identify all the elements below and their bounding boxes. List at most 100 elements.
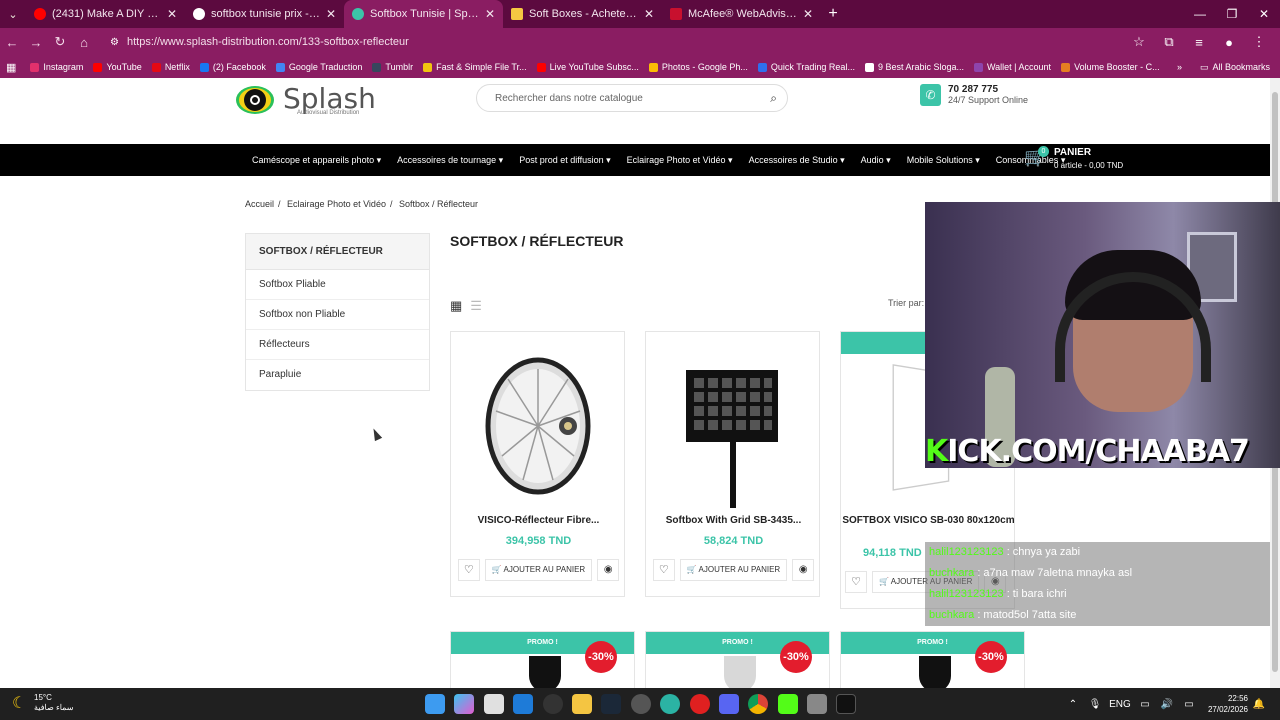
menu-item-postprod[interactable]: Post prod et diffusion ▾ — [519, 155, 610, 166]
menu-item-mobile[interactable]: Mobile Solutions ▾ — [907, 155, 980, 166]
add-to-cart-button[interactable]: 🛒 AJOUTER AU PANIER — [679, 559, 788, 581]
obs-icon[interactable] — [542, 694, 563, 714]
back-arrow-icon[interactable]: ← — [0, 35, 24, 50]
reload-icon[interactable]: ↻ — [48, 34, 72, 50]
close-window-icon[interactable]: ✕ — [1248, 0, 1280, 28]
product-card[interactable]: Softbox With Grid SB-3435... 58,824 TND … — [645, 331, 820, 597]
bookmark-facebook[interactable]: (2) Facebook — [199, 62, 266, 72]
bookmark-star-icon[interactable]: ☆ — [1124, 34, 1154, 50]
bookmark-youtube[interactable]: YouTube — [93, 62, 142, 72]
menu-item-lighting[interactable]: Eclairage Photo et Vidéo ▾ — [627, 155, 733, 166]
chevron-right-icon[interactable]: » — [1177, 62, 1182, 72]
tab-close-icon[interactable]: ✕ — [803, 7, 813, 21]
volume-icon[interactable]: 🔊 — [1156, 699, 1178, 710]
wishlist-heart-icon[interactable]: ♡ — [845, 571, 867, 593]
edge-icon[interactable] — [660, 694, 681, 714]
copilot-icon[interactable] — [454, 694, 475, 714]
sort-label[interactable]: Trier par: — [888, 298, 924, 308]
splash-logo[interactable]: Splash Audiovisual Distribution — [235, 80, 376, 120]
home-icon[interactable]: ⌂ — [72, 35, 96, 50]
wishlist-heart-icon[interactable]: ♡ — [652, 559, 675, 581]
subcategory-parapluie[interactable]: Parapluie — [246, 360, 429, 390]
discord-icon[interactable] — [718, 694, 739, 714]
clock[interactable]: 22:56 27/02/2026 — [1208, 693, 1248, 715]
tab-close-icon[interactable]: ✕ — [485, 7, 495, 21]
url-bar[interactable]: ⚙ https://www.splash-distribution.com/13… — [102, 31, 1112, 53]
tab-splash-active[interactable]: Softbox Tunisie | Splash Distrib ✕ — [344, 0, 503, 28]
product-card[interactable]: VISICO-Réflecteur Fibre... 394,958 TND ♡… — [450, 331, 625, 597]
media-control-icon[interactable]: ≡ — [1184, 35, 1214, 50]
store-icon[interactable] — [483, 694, 504, 714]
kebab-menu-icon[interactable]: ⋮ — [1244, 34, 1274, 50]
weather-widget[interactable]: ☾ 15°C سماء صافية — [12, 693, 74, 713]
subcategory-softbox-non-pliable[interactable]: Softbox non Pliable — [246, 300, 429, 330]
grid-view-icon[interactable]: ▦ — [450, 298, 462, 314]
product-name[interactable]: SOFTBOX VISICO SB-030 80x120cm — [841, 515, 1016, 527]
product-name[interactable]: VISICO-Réflecteur Fibre... — [451, 515, 626, 526]
kick-app-icon[interactable] — [777, 694, 798, 714]
quick-view-eye-icon[interactable]: ◉ — [792, 559, 815, 581]
wishlist-heart-icon[interactable]: ♡ — [457, 559, 480, 581]
tab-google[interactable]: softbox tunisie prix - Google Se ✕ — [185, 0, 344, 28]
product-card-promo[interactable]: PROMO ! -30% — [450, 631, 635, 688]
bookmark-tumblr[interactable]: Tumblr — [372, 62, 413, 72]
apps-grid-icon[interactable]: ▦ — [6, 61, 16, 74]
product-card-promo[interactable]: PROMO ! -30% — [840, 631, 1025, 688]
subcategory-reflecteurs[interactable]: Réflecteurs — [246, 330, 429, 360]
new-tab-plus-icon[interactable]: + — [821, 5, 845, 23]
menu-item-cameras[interactable]: Caméscope et appareils photo ▾ — [252, 155, 381, 166]
bookmark-arabic-slogans[interactable]: 9 Best Arabic Sloga... — [864, 62, 964, 72]
bookmark-instagram[interactable]: Instagram — [30, 62, 83, 72]
subcategory-softbox-pliable[interactable]: Softbox Pliable — [246, 270, 429, 300]
terminal-icon[interactable] — [836, 694, 857, 714]
quick-view-eye-icon[interactable]: ◉ — [597, 559, 620, 581]
control-panel-icon[interactable] — [807, 694, 828, 714]
list-view-icon[interactable]: ☰ — [470, 298, 482, 314]
site-info-icon[interactable]: ⚙ — [110, 37, 119, 48]
bookmark-trading[interactable]: Quick Trading Real... — [757, 62, 855, 72]
opera-icon[interactable] — [689, 694, 710, 714]
all-bookmarks-link[interactable]: All Bookmarks — [1212, 62, 1270, 72]
file-explorer-icon[interactable] — [571, 694, 592, 714]
tab-mcafee[interactable]: McAfee® WebAdvisor - Websi ✕ — [662, 0, 821, 28]
tab-close-icon[interactable]: ✕ — [326, 7, 336, 21]
settings-gear-icon[interactable] — [630, 694, 651, 714]
chevron-up-icon[interactable]: ⌃ — [1062, 699, 1084, 710]
extensions-icon[interactable]: ⧉ — [1154, 34, 1184, 50]
microphone-icon[interactable]: 🎙 — [1084, 699, 1106, 710]
tab-softboxes[interactable]: Soft Boxes - Achetez Lighting S ✕ — [503, 0, 662, 28]
search-icon[interactable]: ⌕ — [770, 91, 777, 106]
network-icon[interactable]: ▭ — [1134, 699, 1156, 710]
tab-search-icon[interactable]: ⌄ — [0, 0, 26, 28]
notification-bell-icon[interactable]: 🔔 — [1248, 699, 1270, 710]
profile-avatar-icon[interactable]: ● — [1214, 35, 1244, 50]
forward-arrow-icon[interactable]: → — [24, 35, 48, 50]
language-indicator[interactable]: ENG — [1106, 699, 1134, 710]
product-name[interactable]: Softbox With Grid SB-3435... — [646, 515, 821, 526]
battery-icon[interactable]: ▭ — [1178, 699, 1200, 710]
menu-item-shooting[interactable]: Accessoires de tournage ▾ — [397, 155, 503, 166]
product-card-promo[interactable]: PROMO ! -30% — [645, 631, 830, 688]
bookmark-netflix[interactable]: Netflix — [151, 62, 190, 72]
tab-close-icon[interactable]: ✕ — [167, 7, 177, 21]
menu-item-audio[interactable]: Audio ▾ — [861, 155, 891, 166]
catalog-search-input[interactable]: Rechercher dans notre catalogue ⌕ — [476, 84, 788, 112]
bookmark-wallet[interactable]: Wallet | Account — [974, 62, 1051, 72]
tab-youtube[interactable]: (2431) Make A DIY SOFTBOX Vi ✕ — [26, 0, 185, 28]
breadcrumb-home[interactable]: Accueil — [245, 199, 274, 209]
windows-start-icon[interactable] — [425, 694, 445, 714]
bookmark-volume-booster[interactable]: Volume Booster - C... — [1061, 62, 1160, 72]
minimize-icon[interactable]: — — [1184, 0, 1216, 28]
bookmark-file-transfer[interactable]: Fast & Simple File Tr... — [423, 62, 527, 72]
steam-icon[interactable] — [601, 694, 622, 714]
add-to-cart-button[interactable]: 🛒 AJOUTER AU PANIER — [484, 559, 593, 581]
breadcrumb-lighting[interactable]: Eclairage Photo et Vidéo — [287, 199, 386, 209]
menu-item-studio[interactable]: Accessoires de Studio ▾ — [749, 155, 845, 166]
tab-close-icon[interactable]: ✕ — [644, 7, 654, 21]
bookmark-google-photos[interactable]: Photos - Google Ph... — [648, 62, 748, 72]
vscode-icon[interactable] — [513, 694, 534, 714]
bookmark-translate[interactable]: Google Traduction — [275, 62, 362, 72]
bookmark-live-youtube[interactable]: Live YouTube Subsc... — [536, 62, 639, 72]
restore-icon[interactable]: ❐ — [1216, 0, 1248, 28]
cart-button[interactable]: 🛒 0 PANIER 0 article - 0,00 TND — [1024, 146, 1123, 170]
